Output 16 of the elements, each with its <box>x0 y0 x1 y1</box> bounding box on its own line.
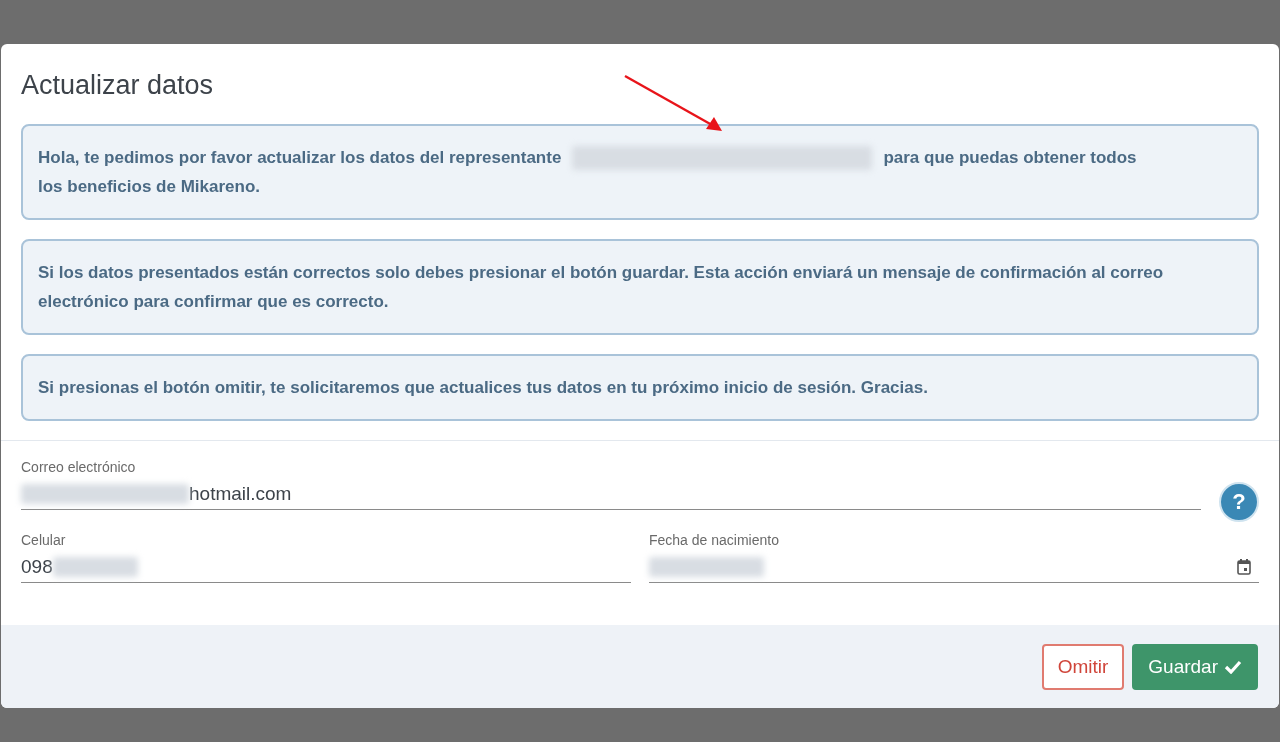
field-label: Celular <box>21 532 67 548</box>
help-button[interactable]: ? <box>1219 482 1259 522</box>
field-label: Fecha de nacimiento <box>649 532 780 548</box>
phone-field[interactable]: 098 <box>21 552 631 583</box>
message-text: Si presionas el botón omitir, te solicitaremos que actualices tus datos en tu próximo inicio de sesión. Gracias. <box>38 377 928 399</box>
message-text: Hola, te pedimos por favor actualizar los datos del representante <box>38 147 562 169</box>
message-text: Si los datos presentados están correctos solo debes presionar el botón guardar. Esta acción enviará un mensaje de confirmación al correo electrónico para confirmar que es correcto. <box>38 262 1165 313</box>
calendar-icon[interactable] <box>1237 559 1251 575</box>
message-text: los beneficios de Mikareno. <box>38 176 260 198</box>
dialog-title: Actualizar datos <box>20 69 215 102</box>
check-icon <box>1224 660 1242 674</box>
email-field[interactable]: hotmail.com <box>21 479 1201 510</box>
save-button[interactable]: Guardar <box>1132 644 1258 690</box>
field-label: Correo electrónico <box>21 459 137 475</box>
skip-button[interactable]: Omitir <box>1041 644 1125 690</box>
message-text: para que puedas obtener todos <box>883 147 1137 169</box>
